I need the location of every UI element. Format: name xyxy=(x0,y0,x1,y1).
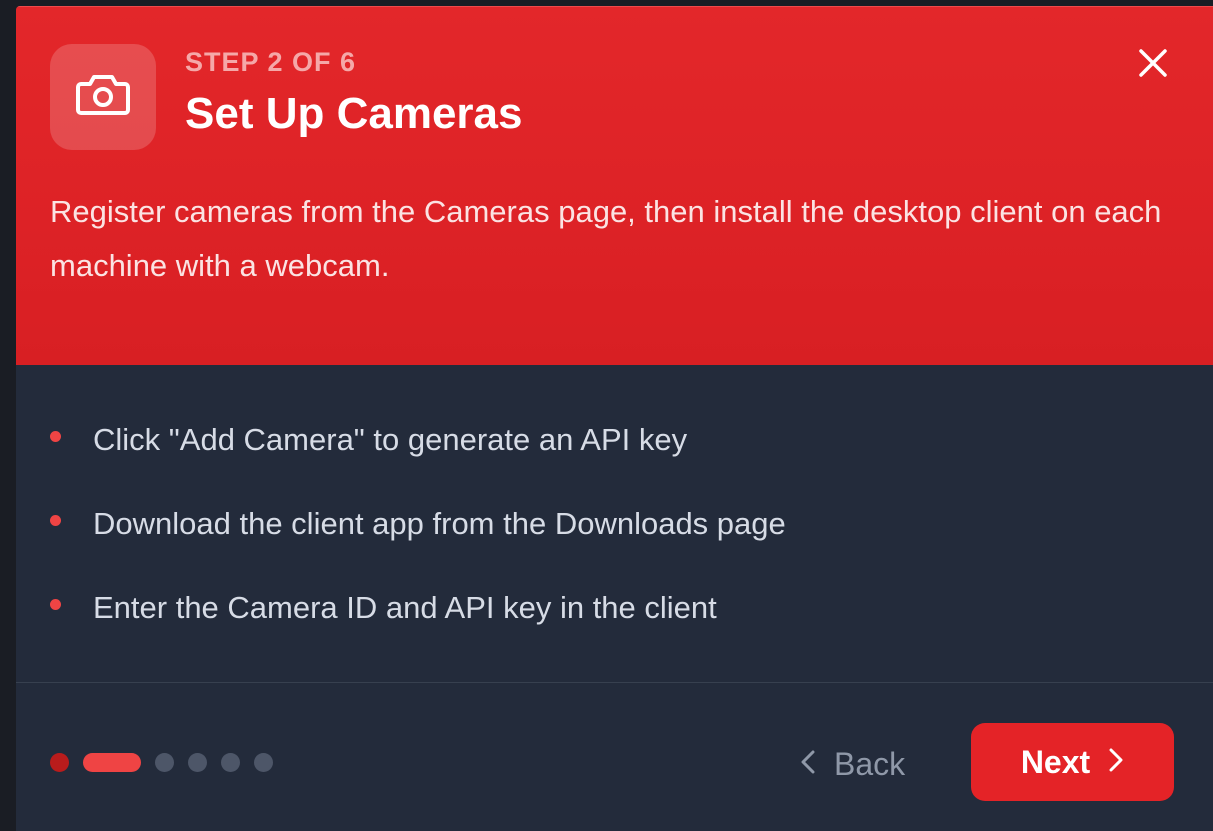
back-button[interactable]: Back xyxy=(800,736,905,792)
progress-dot-5[interactable] xyxy=(221,752,240,772)
camera-icon xyxy=(75,72,131,123)
instruction-list: Click "Add Camera" to generate an API ke… xyxy=(50,416,786,668)
onboarding-dialog: STEP 2 OF 6 Set Up Cameras Register came… xyxy=(16,6,1213,831)
dialog-title: Set Up Cameras xyxy=(185,89,523,138)
list-item-text: Enter the Camera ID and API key in the c… xyxy=(93,590,717,625)
bullet-dot xyxy=(50,599,61,610)
progress-dot-3[interactable] xyxy=(155,752,174,772)
bullet-dot xyxy=(50,431,61,442)
progress-dots xyxy=(50,752,273,772)
dialog-header: STEP 2 OF 6 Set Up Cameras Register came… xyxy=(16,6,1213,365)
footer-divider xyxy=(16,682,1213,683)
chevron-left-icon xyxy=(800,746,816,783)
progress-dot-1[interactable] xyxy=(50,752,69,772)
progress-dot-6[interactable] xyxy=(254,752,273,772)
next-button-label: Next xyxy=(1020,743,1091,780)
progress-dot-4[interactable] xyxy=(188,752,207,772)
step-indicator: STEP 2 OF 6 xyxy=(185,47,357,77)
close-button[interactable] xyxy=(1133,45,1173,85)
back-button-label: Back xyxy=(834,745,906,782)
list-item: Download the client app from the Downloa… xyxy=(50,500,786,584)
bullet-dot xyxy=(50,515,61,526)
close-icon[interactable] xyxy=(1137,47,1169,84)
list-item: Click "Add Camera" to generate an API ke… xyxy=(50,416,786,500)
list-item-text: Download the client app from the Downloa… xyxy=(93,506,786,541)
progress-dot-2[interactable] xyxy=(83,752,141,772)
list-item: Enter the Camera ID and API key in the c… xyxy=(50,584,786,668)
camera-icon-box xyxy=(50,44,156,150)
chevron-right-icon xyxy=(1108,744,1124,781)
step-description: Register cameras from the Cameras page, … xyxy=(50,194,1162,283)
list-item-text: Click "Add Camera" to generate an API ke… xyxy=(93,422,688,457)
next-button[interactable]: Next xyxy=(971,723,1174,801)
